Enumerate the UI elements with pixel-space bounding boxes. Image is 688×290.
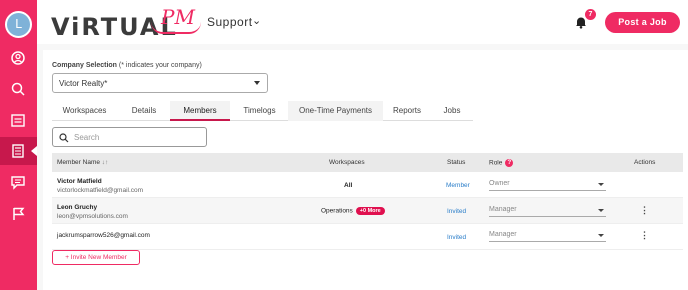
member-email: jackrumsparrow526@gmail.com [57,232,150,239]
more-vertical-icon[interactable]: ⋮ [640,205,649,216]
tab-details[interactable]: Details [119,101,169,121]
flag-icon[interactable] [7,203,29,225]
col-role-label: Role [489,159,503,167]
caret-down-icon [598,183,604,186]
member-workspaces: Operations +0 More [321,207,385,215]
member-name: Leon Gruchy [57,204,98,211]
company-select[interactable]: Victor Realty* [52,73,268,93]
more-vertical-icon[interactable]: ⋮ [640,230,649,241]
user-circle-icon[interactable] [7,47,29,69]
help-icon[interactable]: ? [505,159,514,167]
company-label-text: Company Selection [52,62,117,69]
avatar-initial: L [15,17,22,31]
support-menu[interactable]: Support [207,15,253,29]
col-member-name[interactable]: Member Name ↓↑ [57,159,108,166]
member-status: Invited [447,208,467,215]
member-name: Victor Matfield [57,178,102,185]
tab-workspaces[interactable]: Workspaces [52,101,117,121]
tab-one-time-payments[interactable]: One-Time Payments [288,101,383,121]
chevron-down-icon[interactable]: ⌄ [252,14,261,27]
invite-new-member-button[interactable]: + Invite New Member [52,250,140,265]
col-member-name-label: Member Name [57,159,100,166]
tab-jobs[interactable]: Jobs [432,101,472,121]
table-row: jackrumsparrow526@gmail.com Invited Mana… [52,224,683,250]
tab-members[interactable]: Members [170,101,230,121]
company-selected-value: Victor Realty* [59,79,108,88]
caret-down-icon [254,81,260,85]
col-actions: Actions [634,159,656,166]
top-header: ViRTUAL PM Support ⌄ 7 Post a Job [37,0,688,44]
logo-swoosh [151,22,201,34]
content-card: Company Selection (* indicates your comp… [43,50,688,290]
search-icon[interactable] [7,78,29,100]
more-workspaces-badge[interactable]: +0 More [355,207,385,215]
role-value: Owner [489,180,510,187]
role-select[interactable]: Manager [489,231,606,242]
calculator-icon[interactable] [7,140,29,162]
role-select[interactable]: Owner [489,180,606,191]
member-status[interactable]: Member [446,182,470,189]
workspace-name: Operations [321,207,353,215]
post-job-button[interactable]: Post a Job [605,12,680,33]
col-status: Status [447,159,466,166]
member-workspaces: All [344,182,353,189]
tab-bar: Workspaces Details Members Timelogs One-… [52,101,473,121]
tab-timelogs[interactable]: Timelogs [232,101,287,121]
company-selection-label: Company Selection (* indicates your comp… [52,62,202,69]
table-row: Leon Gruchy leon@vpmsolutions.com Operat… [52,198,683,224]
main-content: Company Selection (* indicates your comp… [37,44,688,290]
role-value: Manager [489,206,517,213]
briefcase-list-icon[interactable] [7,109,29,131]
sidebar: L [0,0,37,290]
tab-reports[interactable]: Reports [384,101,430,121]
search-input[interactable]: Search [52,127,207,147]
members-table-header: Member Name ↓↑ Workspaces Status Role? A… [52,153,683,172]
caret-down-icon [598,234,604,237]
avatar[interactable]: L [5,11,32,38]
company-label-note: (* indicates your company) [118,62,202,69]
sort-icon[interactable]: ↓↑ [102,159,109,166]
search-icon [59,133,69,143]
chat-icon[interactable] [7,171,29,193]
member-email: victorlockmatfield@gmail.com [57,187,144,194]
col-workspaces: Workspaces [329,159,365,166]
role-select[interactable]: Manager [489,206,606,217]
caret-down-icon [598,209,604,212]
member-email: leon@vpmsolutions.com [57,213,128,220]
role-value: Manager [489,231,517,238]
member-status: Invited [447,234,467,241]
table-row: Victor Matfield victorlockmatfield@gmail… [52,172,683,198]
search-placeholder: Search [74,133,100,142]
notification-badge: 7 [585,9,596,20]
col-role: Role? [489,159,514,167]
